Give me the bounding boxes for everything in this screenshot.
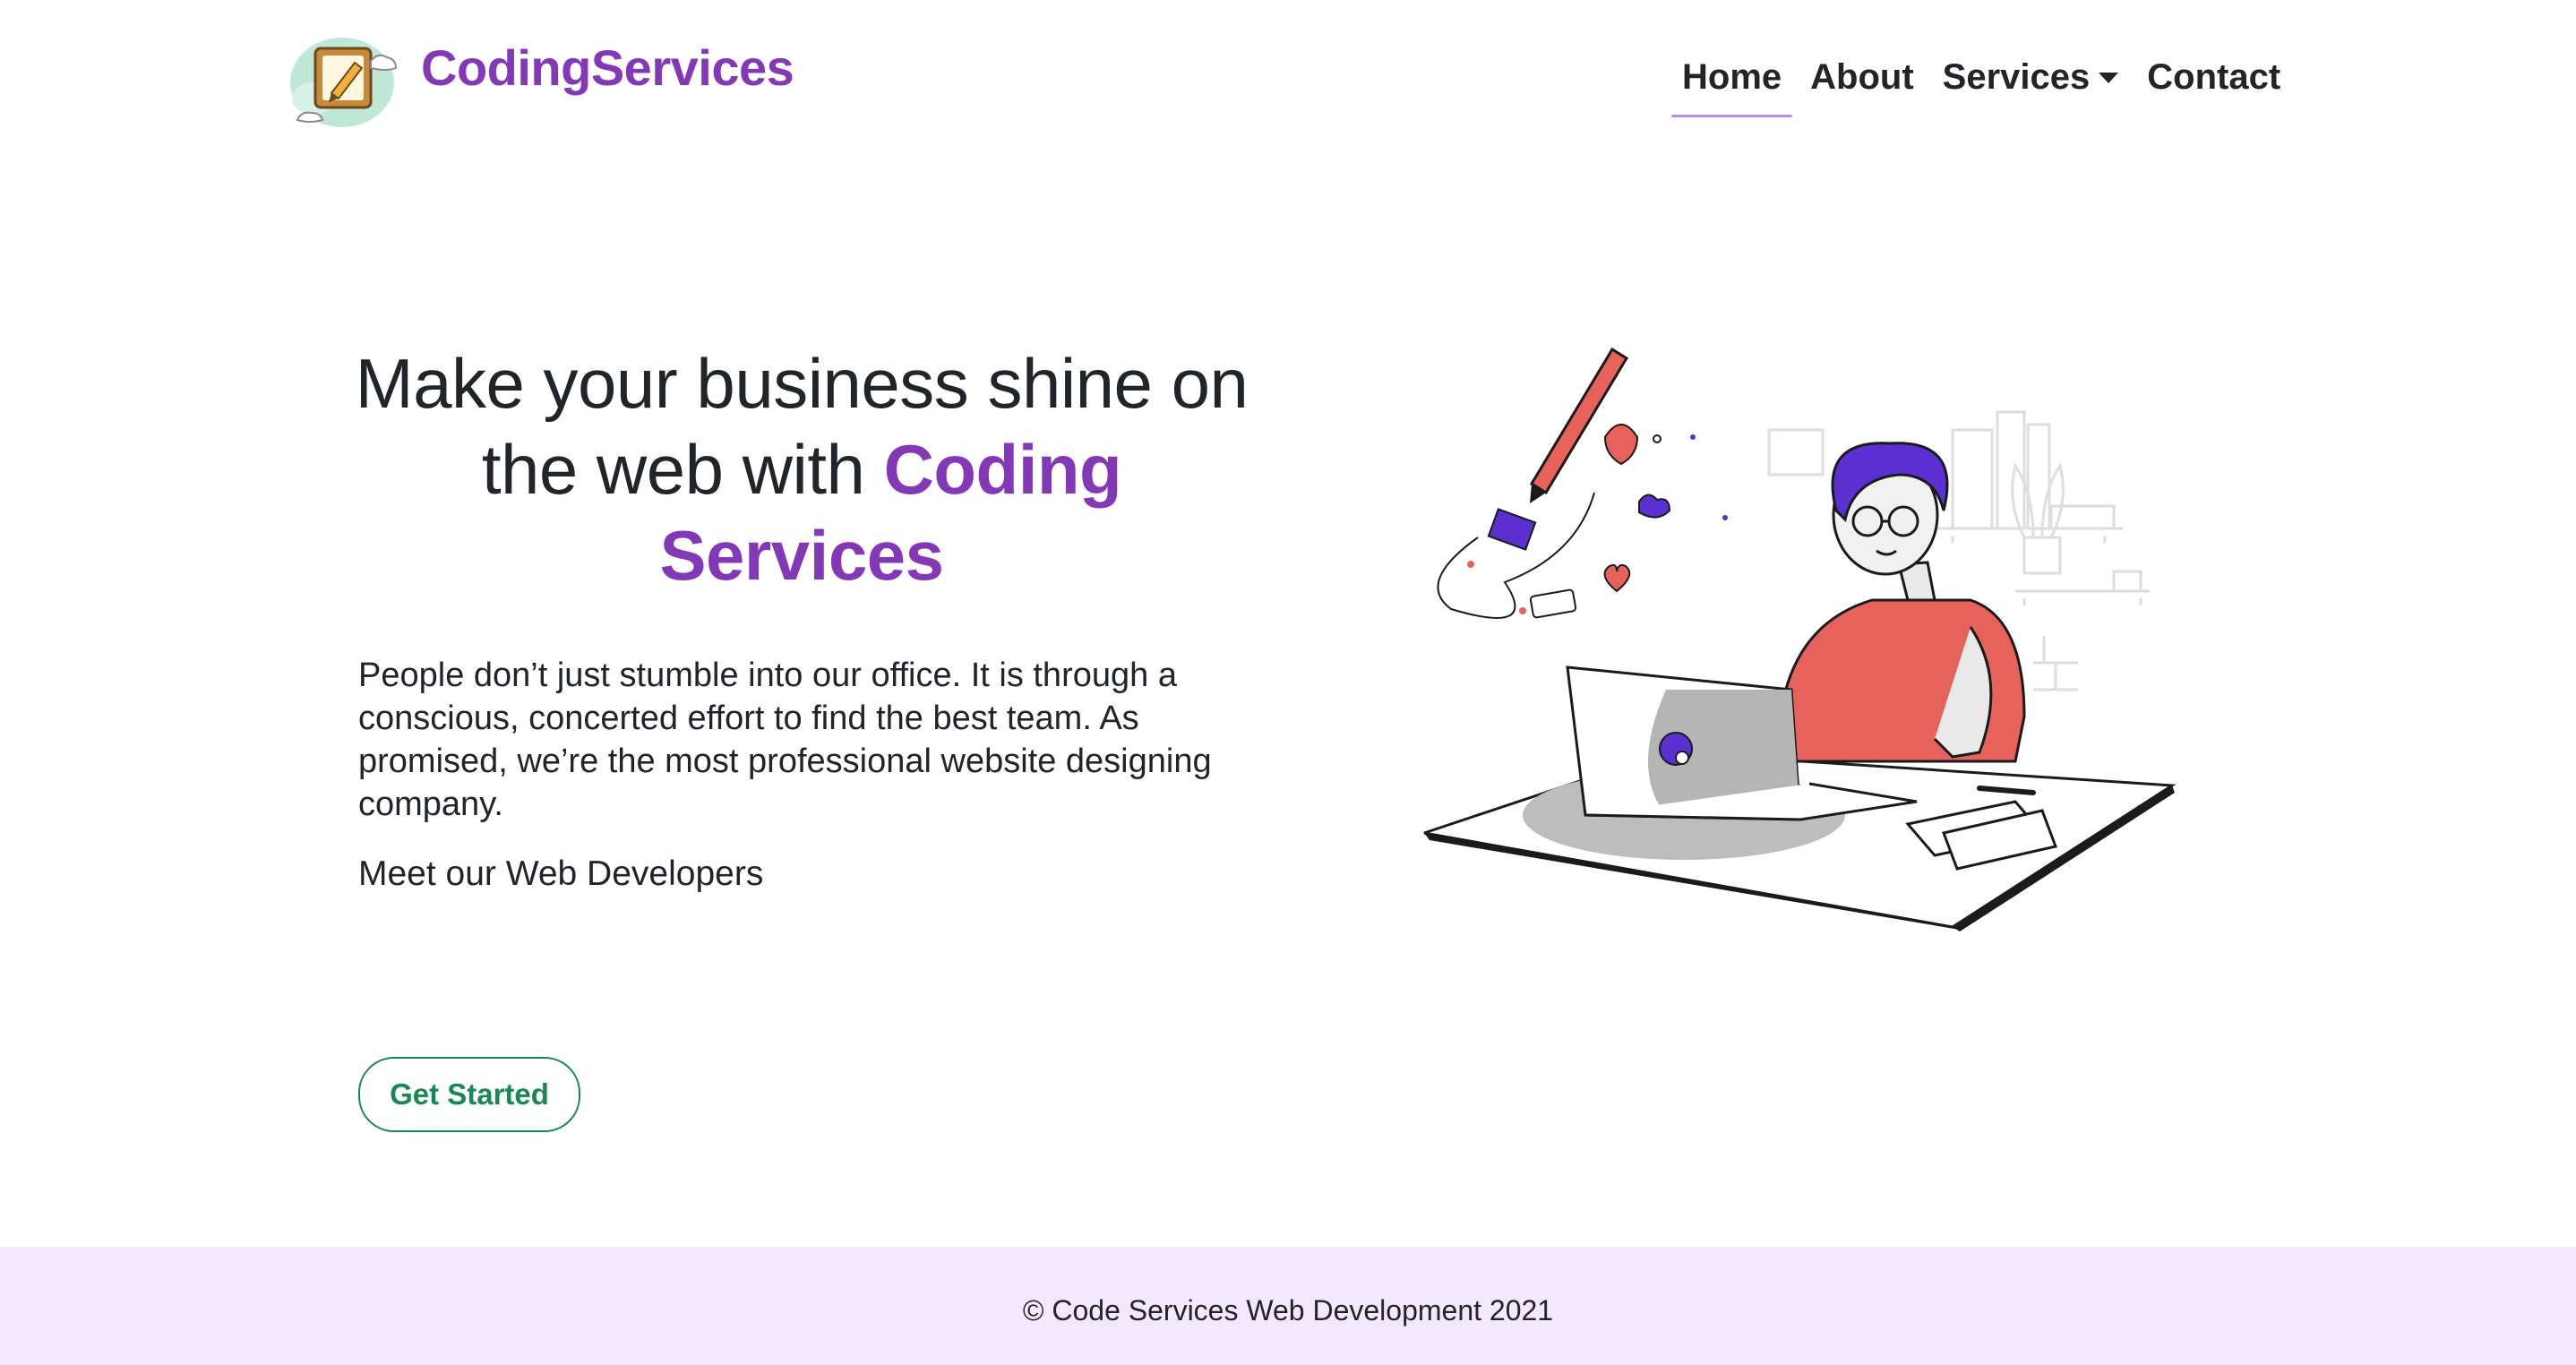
nav-about[interactable]: About [1796, 50, 1928, 117]
caret-down-icon [2099, 73, 2119, 83]
get-started-button[interactable]: Get Started [358, 1057, 580, 1132]
brand-name: CodingServices [421, 39, 794, 96]
navbar: CodingServices Home About Services Conta… [0, 0, 2576, 143]
main-nav: Home About Services Contact [1668, 50, 2295, 117]
page: CodingServices Home About Services Conta… [0, 0, 2576, 1365]
nav-home[interactable]: Home [1668, 50, 1796, 117]
pencil-notepad-logo-icon [290, 38, 398, 127]
footer-copyright: © Code Services Web Development 2021 [1022, 1293, 1554, 1326]
hero-paragraph: People don’t just stumble into our offic… [358, 657, 1212, 823]
footer: © Code Services Web Development 2021 [0, 1247, 2576, 1365]
nav-about-label: About [1810, 57, 1914, 97]
nav-services-label: Services [1942, 57, 2091, 97]
hero-title: Make your business shine on the web with… [331, 340, 1272, 598]
nav-services-dropdown[interactable]: Services [1928, 50, 2134, 117]
developer-at-laptop-illustration [1423, 347, 2177, 931]
hero-subheading: Meet our Web Developers [358, 854, 764, 893]
nav-contact[interactable]: Contact [2133, 50, 2295, 117]
nav-home-label: Home [1682, 57, 1782, 97]
brand-link[interactable]: CodingServices [287, 27, 794, 134]
nav-contact-label: Contact [2147, 57, 2281, 97]
